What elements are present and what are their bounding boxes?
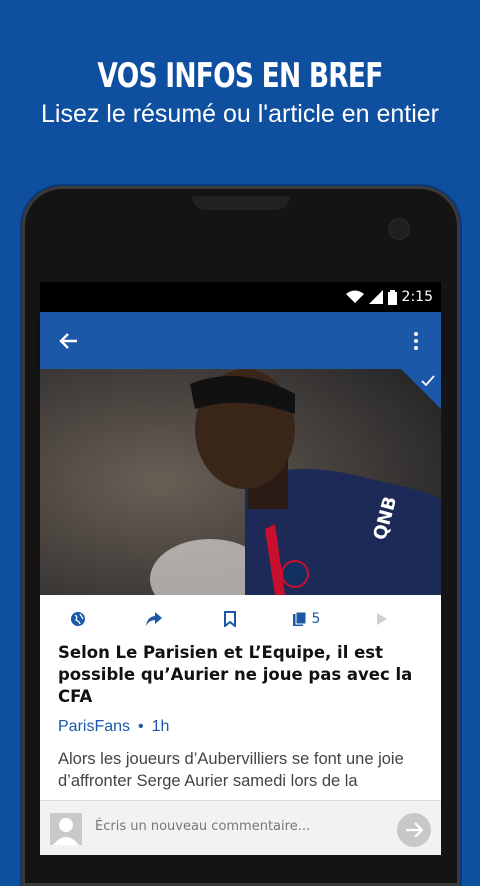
bookmark-button[interactable] bbox=[192, 611, 268, 627]
phone-speaker bbox=[192, 196, 290, 210]
play-icon bbox=[377, 613, 387, 625]
user-icon bbox=[53, 818, 79, 845]
article-meta: ParisFans • 1h bbox=[58, 718, 169, 736]
app-bar bbox=[40, 312, 441, 369]
status-time: 2:15 bbox=[401, 289, 433, 305]
phone-camera bbox=[390, 220, 408, 238]
wifi-icon bbox=[345, 290, 364, 303]
promo-subtitle: Lisez le résumé ou l'article en entier bbox=[40, 100, 440, 128]
article-title[interactable]: Selon Le Parisien et L’Equipe, il est po… bbox=[58, 642, 418, 708]
signal-icon bbox=[368, 290, 383, 304]
next-button[interactable] bbox=[344, 612, 420, 626]
avatar bbox=[50, 813, 82, 845]
article-image[interactable]: QNB bbox=[40, 369, 441, 595]
copies-icon bbox=[292, 611, 307, 626]
player-photo: QNB bbox=[40, 369, 441, 595]
share-icon bbox=[146, 612, 162, 626]
arrow-left-icon bbox=[59, 333, 77, 349]
open-web-button[interactable] bbox=[40, 611, 116, 627]
article-source[interactable]: ParisFans bbox=[58, 718, 130, 735]
article-summary[interactable]: Alors les joueurs d’Aubervilliers se fon… bbox=[58, 748, 423, 792]
sources-count: 5 bbox=[311, 611, 321, 627]
send-icon bbox=[406, 822, 423, 838]
share-button[interactable] bbox=[116, 611, 192, 627]
article-actions: 5 bbox=[40, 600, 441, 638]
article-time: 1h bbox=[151, 718, 170, 735]
more-vert-icon[interactable] bbox=[405, 326, 427, 356]
battery-icon bbox=[387, 289, 397, 305]
comment-input[interactable]: Écris un nouveau commentaire... bbox=[95, 819, 310, 834]
sources-button[interactable]: 5 bbox=[268, 611, 344, 627]
check-icon bbox=[421, 375, 435, 387]
promo-title: VOS INFOS EN BREF bbox=[97, 56, 383, 96]
comment-bar: Écris un nouveau commentaire... bbox=[40, 800, 441, 855]
send-button[interactable] bbox=[397, 813, 431, 847]
meta-separator: • bbox=[138, 718, 144, 735]
status-bar: 2:15 bbox=[40, 282, 441, 312]
back-button[interactable] bbox=[54, 326, 84, 356]
globe-icon bbox=[71, 612, 85, 626]
bookmark-icon bbox=[224, 611, 236, 627]
